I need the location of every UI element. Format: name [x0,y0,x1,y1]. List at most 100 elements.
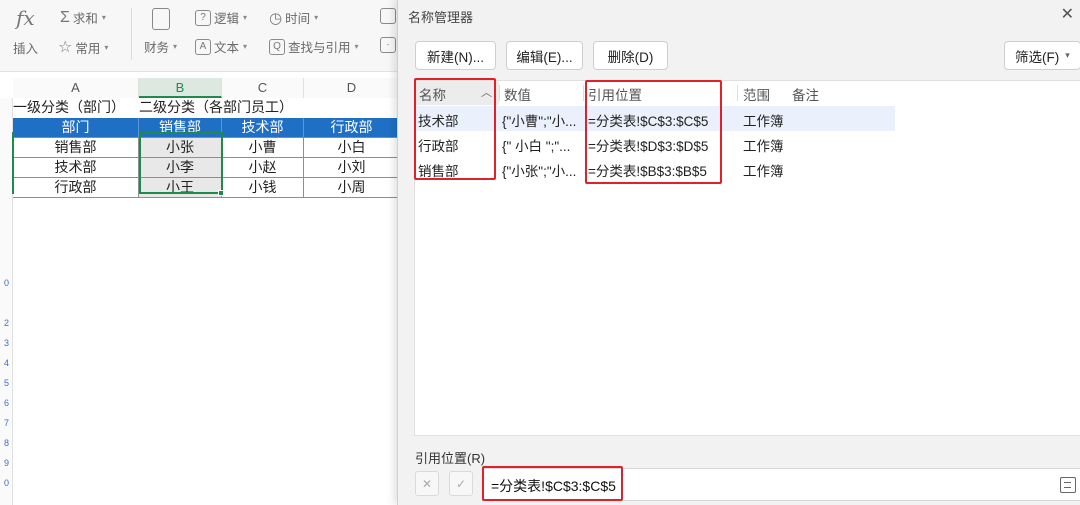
ribbon-divider [131,8,132,60]
confirm-edit-button[interactable]: ✓ [449,471,473,496]
table-cell[interactable]: 小白 [304,138,400,158]
table-cell[interactable]: 小周 [304,178,400,198]
scope-cell: 工作簿 [743,114,784,129]
column-divider[interactable] [583,85,584,101]
more-icon[interactable] [380,8,396,24]
table-cell[interactable]: 小赵 [222,158,304,178]
column-header-scope[interactable]: 范围 [743,84,770,104]
table-row: 技术部 小李 小赵 小刘 [13,158,400,178]
refers-to-cell: =分类表!$D$3:$D$5 [588,139,709,154]
row-selection-marker [12,132,14,194]
name-manager-dialog: 名称管理器 ✕ 新建(N)... 编辑(E)... 删除(D) 筛选(F) ▾ … [397,0,1080,505]
table-cell[interactable]: 小钱 [222,178,304,198]
delete-button[interactable]: 删除(D) [593,41,668,70]
column-header-c[interactable]: C [222,78,304,98]
title-row: 一级分类（部门） 二级分类（各部门员工） [13,98,400,118]
text-button[interactable]: A 文本 ▾ [195,37,247,56]
new-button[interactable]: 新建(N)... [415,41,496,70]
common-functions-button[interactable]: ☆ 常用 ▾ [58,37,108,57]
list-item[interactable]: 销售部 {"小张";"小... =分类表!$B$3:$B$5 工作簿 [415,156,895,181]
collapse-dialog-icon[interactable] [1060,477,1076,493]
chevron-down-icon: ▾ [314,13,319,22]
refers-to-cell: =分类表!$C$3:$C$5 [588,114,709,129]
lookup-icon: Q [269,38,285,55]
clock-icon: ◷ [269,9,283,27]
table-row: 行政部 小王 小钱 小周 [13,178,400,198]
row-number[interactable]: 5 [0,378,13,388]
lookup-label: 查找与引用 [288,41,351,55]
table-cell[interactable]: 小李 [139,158,222,178]
row-number[interactable]: 0 [0,478,13,488]
table-cell[interactable]: 小王 [139,178,222,198]
cell-grid: 一级分类（部门） 二级分类（各部门员工） 部门 销售部 技术部 行政部 销售部 … [13,98,400,198]
more-icon-2[interactable]: · [380,37,396,53]
table-cell[interactable]: 销售部 [13,138,139,158]
row-number[interactable]: 9 [0,458,13,468]
title-cell-level2[interactable]: 二级分类（各部门员工） [139,98,400,118]
table-cell[interactable]: 行政部 [13,178,139,198]
list-item[interactable]: 技术部 {"小曹";"小... =分类表!$C$3:$C$5 工作簿 [415,106,895,131]
sum-label: 求和 [72,12,98,26]
list-item[interactable]: 行政部 {" 小白 ";"... =分类表!$D$3:$D$5 工作簿 [415,131,895,156]
header-cell[interactable]: 部门 [13,118,139,138]
table-cell[interactable]: 小曹 [222,138,304,158]
lookup-button[interactable]: Q 查找与引用 ▾ [269,37,359,56]
text-label: 文本 [214,41,240,55]
row-number[interactable]: 8 [0,438,13,448]
chevron-down-icon: ▾ [173,42,178,51]
row-number[interactable]: 7 [0,418,13,428]
time-label: 时间 [285,12,311,26]
table-cell[interactable]: 技术部 [13,158,139,178]
overflow-icon [380,8,396,24]
header-cell[interactable]: 行政部 [304,118,400,138]
value-cell: {" 小白 ";"... [502,139,571,154]
sigma-icon: Σ [60,8,70,26]
spreadsheet-area: A B C D 0 2 3 4 5 6 7 8 9 0 一级分类（部门） 二级分… [0,72,400,505]
cancel-edit-button[interactable]: ✕ [415,471,439,496]
value-cell: {"小曹";"小... [502,114,577,129]
header-cell[interactable]: 技术部 [222,118,304,138]
column-header-refers-to[interactable]: 引用位置 [588,84,642,104]
name-cell: 技术部 [418,114,459,129]
finance-label: 财务 [144,41,170,55]
table-row: 销售部 小张 小曹 小白 [13,138,400,158]
column-divider[interactable] [499,85,500,101]
insert-label: 插入 [13,42,39,56]
row-number[interactable]: 6 [0,398,13,408]
dialog-title: 名称管理器 [408,10,474,25]
chevron-down-icon: ▾ [1065,50,1070,60]
overflow-icon: · [380,37,396,53]
common-label: 常用 [75,41,101,56]
row-number[interactable]: 0 [0,278,13,288]
insert-function-button[interactable]: 插入 [13,38,38,57]
sort-ascending-icon: ︿ [481,87,492,99]
autosum-button[interactable]: Σ 求和 ▾ [60,8,106,27]
header-cell[interactable]: 销售部 [139,118,222,138]
finance-button[interactable]: 财务 ▾ [144,37,177,56]
column-header-name[interactable]: 名称 [419,84,446,104]
value-cell: {"小张";"小... [502,164,577,179]
column-divider[interactable] [737,85,738,101]
refers-to-cell: =分类表!$B$3:$B$5 [588,164,707,179]
column-header-b[interactable]: B [139,78,222,98]
row-number[interactable]: 4 [0,358,13,368]
table-cell[interactable]: 小刘 [304,158,400,178]
edit-button[interactable]: 编辑(E)... [506,41,583,70]
time-button[interactable]: ◷ 时间 ▾ [269,8,318,27]
fx-icon[interactable]: fx [16,6,35,30]
row-number[interactable]: 3 [0,338,13,348]
row-number[interactable]: 2 [0,318,13,328]
logic-button[interactable]: ? 逻辑 ▾ [195,8,247,27]
column-header-comment[interactable]: 备注 [792,84,819,104]
names-list: 名称 ︿ 数值 引用位置 范围 备注 技术部 {"小曹";"小... =分类表!… [414,80,1080,436]
close-icon[interactable]: ✕ [1061,4,1074,24]
logic-icon: ? [195,9,211,26]
table-cell[interactable]: 小张 [139,138,222,158]
filter-button[interactable]: 筛选(F) ▾ [1004,41,1080,70]
title-cell-level1[interactable]: 一级分类（部门） [13,98,139,118]
column-header-a[interactable]: A [13,78,139,98]
fill-handle[interactable] [218,190,224,196]
refers-to-input[interactable]: =分类表!$C$3:$C$5 [482,468,1080,501]
column-header-value[interactable]: 数值 [504,84,531,104]
column-header-d[interactable]: D [304,78,400,98]
